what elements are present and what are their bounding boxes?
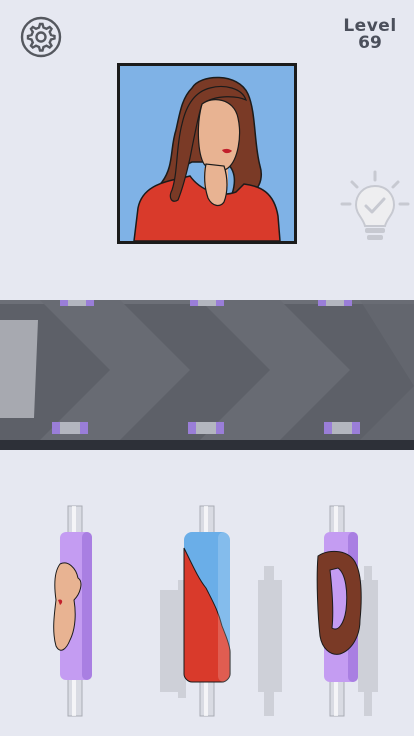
portrait-illustration [120,66,294,241]
lightbulb-check-icon [340,170,410,240]
hint-button[interactable] [338,168,412,248]
gear-icon [20,16,62,58]
roller-left[interactable] [53,505,92,717]
roller-middle[interactable] [183,505,231,717]
roller-right[interactable] [316,505,362,717]
rollers-area [53,505,378,717]
conveyor-belt [0,300,414,450]
level-indicator: Level 69 [338,18,402,52]
fabric-sheet [0,320,38,418]
settings-button[interactable] [20,16,62,58]
level-number: 69 [358,33,382,53]
belt-edge [0,440,414,450]
target-portrait [117,63,297,244]
